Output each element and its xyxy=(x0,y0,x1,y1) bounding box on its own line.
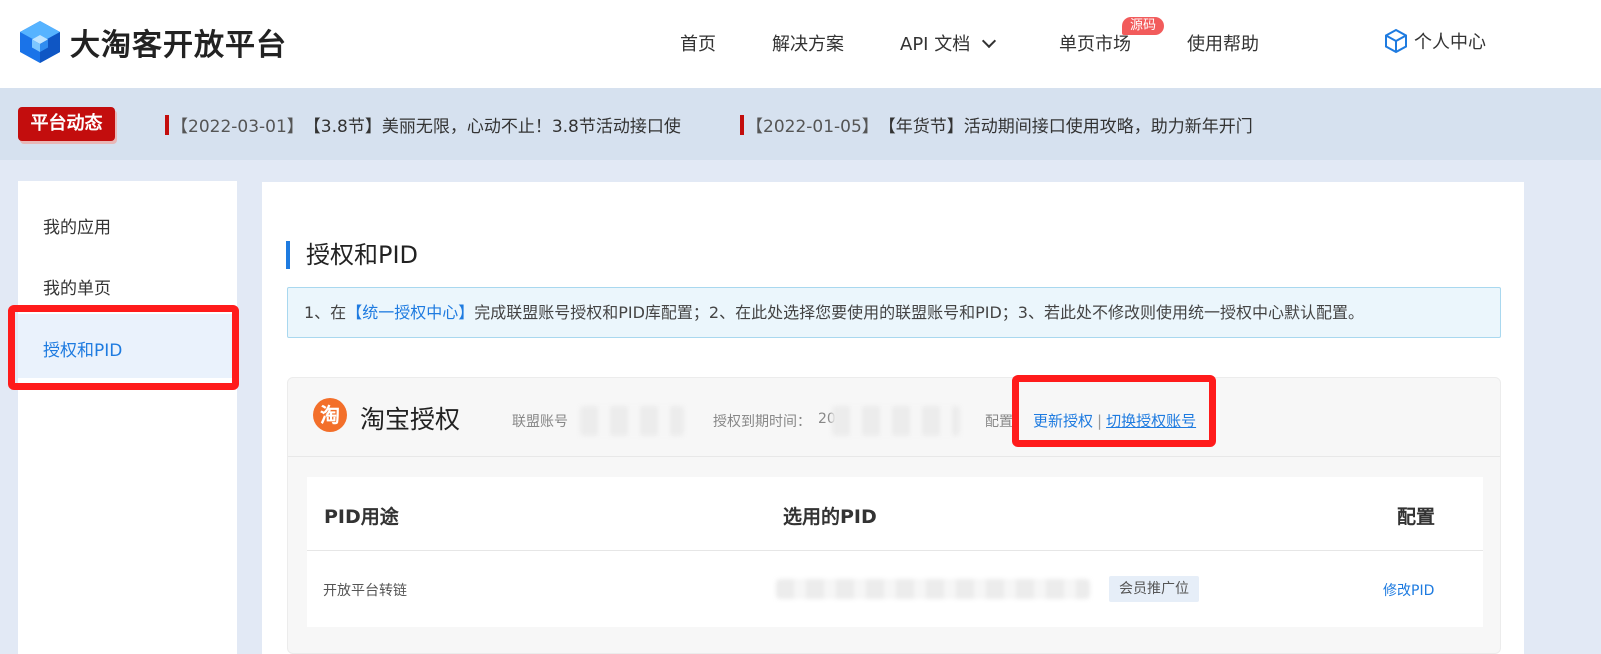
taobao-auth-title: 淘宝授权 xyxy=(360,405,461,434)
logo-cube-icon xyxy=(20,21,60,63)
chevron-down-icon xyxy=(982,33,997,49)
source-badge: 源码 xyxy=(1122,17,1165,35)
modify-pid-link[interactable]: 修改PID xyxy=(1383,580,1434,600)
sidebar xyxy=(18,181,237,654)
top-header: 大淘客开放平台 首页 解决方案 API 文档 单页市场 源码 使用帮助 个人中心 xyxy=(0,0,1601,88)
card-divider xyxy=(288,456,1500,457)
logo-text: 大淘客开放平台 xyxy=(70,28,287,63)
row-usage: 开放平台转链 xyxy=(323,583,407,599)
pid-tag: 会员推广位 xyxy=(1109,576,1199,602)
nav-single-page-market[interactable]: 单页市场 xyxy=(1059,30,1131,56)
account-label: 联盟账号 xyxy=(512,414,568,430)
notice-marker xyxy=(165,114,169,135)
pid-value-redacted xyxy=(776,579,1090,599)
table-header-pid: 选用的PID xyxy=(783,506,877,528)
notice-bar: 平台动态 【2022-03-01】 【3.8节】美丽无限，心动不止！3.8节活动… xyxy=(0,88,1601,160)
table-header-config: 配置 xyxy=(1397,506,1436,528)
notice-badge: 平台动态 xyxy=(18,107,115,141)
notice-marker xyxy=(740,114,744,135)
expiry-value-redacted xyxy=(832,406,960,436)
link-separator: | xyxy=(1097,412,1103,430)
auth-links: 更新授权 | 切换授权账号 xyxy=(1033,410,1196,431)
sidebar-item-my-apps[interactable]: 我的应用 xyxy=(43,213,111,238)
table-header-divider xyxy=(307,550,1483,551)
nav-help[interactable]: 使用帮助 xyxy=(1187,30,1259,56)
nav-home[interactable]: 首页 xyxy=(680,30,716,56)
unified-auth-center-link[interactable]: 【统一授权中心】 xyxy=(346,303,474,322)
nav-api-docs-label: API 文档 xyxy=(900,34,971,55)
info-prefix: 1、在 xyxy=(304,303,347,322)
notice-item[interactable]: 【2022-03-01】 【3.8节】美丽无限，心动不止！3.8节活动接口使 xyxy=(165,112,681,137)
personal-center-label: 个人中心 xyxy=(1414,32,1486,53)
pid-table xyxy=(307,477,1483,627)
info-box: 1、在【统一授权中心】完成联盟账号授权和PID库配置；2、在此处选择您要使用的联… xyxy=(287,287,1501,338)
nav-solutions[interactable]: 解决方案 xyxy=(772,30,844,56)
sidebar-item-my-pages[interactable]: 我的单页 xyxy=(43,274,111,299)
notice-date: 【2022-01-05】 xyxy=(746,117,879,137)
config-label: 配置 xyxy=(985,414,1013,430)
expiry-label: 授权到期时间： xyxy=(713,414,811,430)
notice-date: 【2022-03-01】 xyxy=(171,117,304,137)
update-auth-link[interactable]: 更新授权 xyxy=(1033,412,1093,430)
notice-item[interactable]: 【2022-01-05】 【年货节】活动期间接口使用攻略，助力新年开门 xyxy=(740,112,1253,137)
switch-account-link[interactable]: 切换授权账号 xyxy=(1106,412,1196,430)
notice-text: 【3.8节】美丽无限，心动不止！3.8节活动接口使 xyxy=(303,117,681,137)
taobao-logo-icon: 淘 xyxy=(313,398,347,432)
personal-center-link[interactable]: 个人中心 xyxy=(1384,28,1486,54)
nav-api-docs[interactable]: API 文档 xyxy=(900,30,997,56)
page-title: 授权和PID xyxy=(286,241,418,269)
notice-text: 【年货节】活动期间接口使用攻略，助力新年开门 xyxy=(878,117,1253,137)
account-value-redacted xyxy=(580,406,684,436)
cube-icon xyxy=(1385,28,1407,54)
table-header-usage: PID用途 xyxy=(324,506,399,528)
logo[interactable]: 大淘客开放平台 xyxy=(18,18,287,66)
sidebar-item-auth-pid[interactable]: 授权和PID xyxy=(43,336,122,361)
info-suffix: 完成联盟账号授权和PID库配置；2、在此处选择您要使用的联盟账号和PID；3、若… xyxy=(474,303,1364,322)
